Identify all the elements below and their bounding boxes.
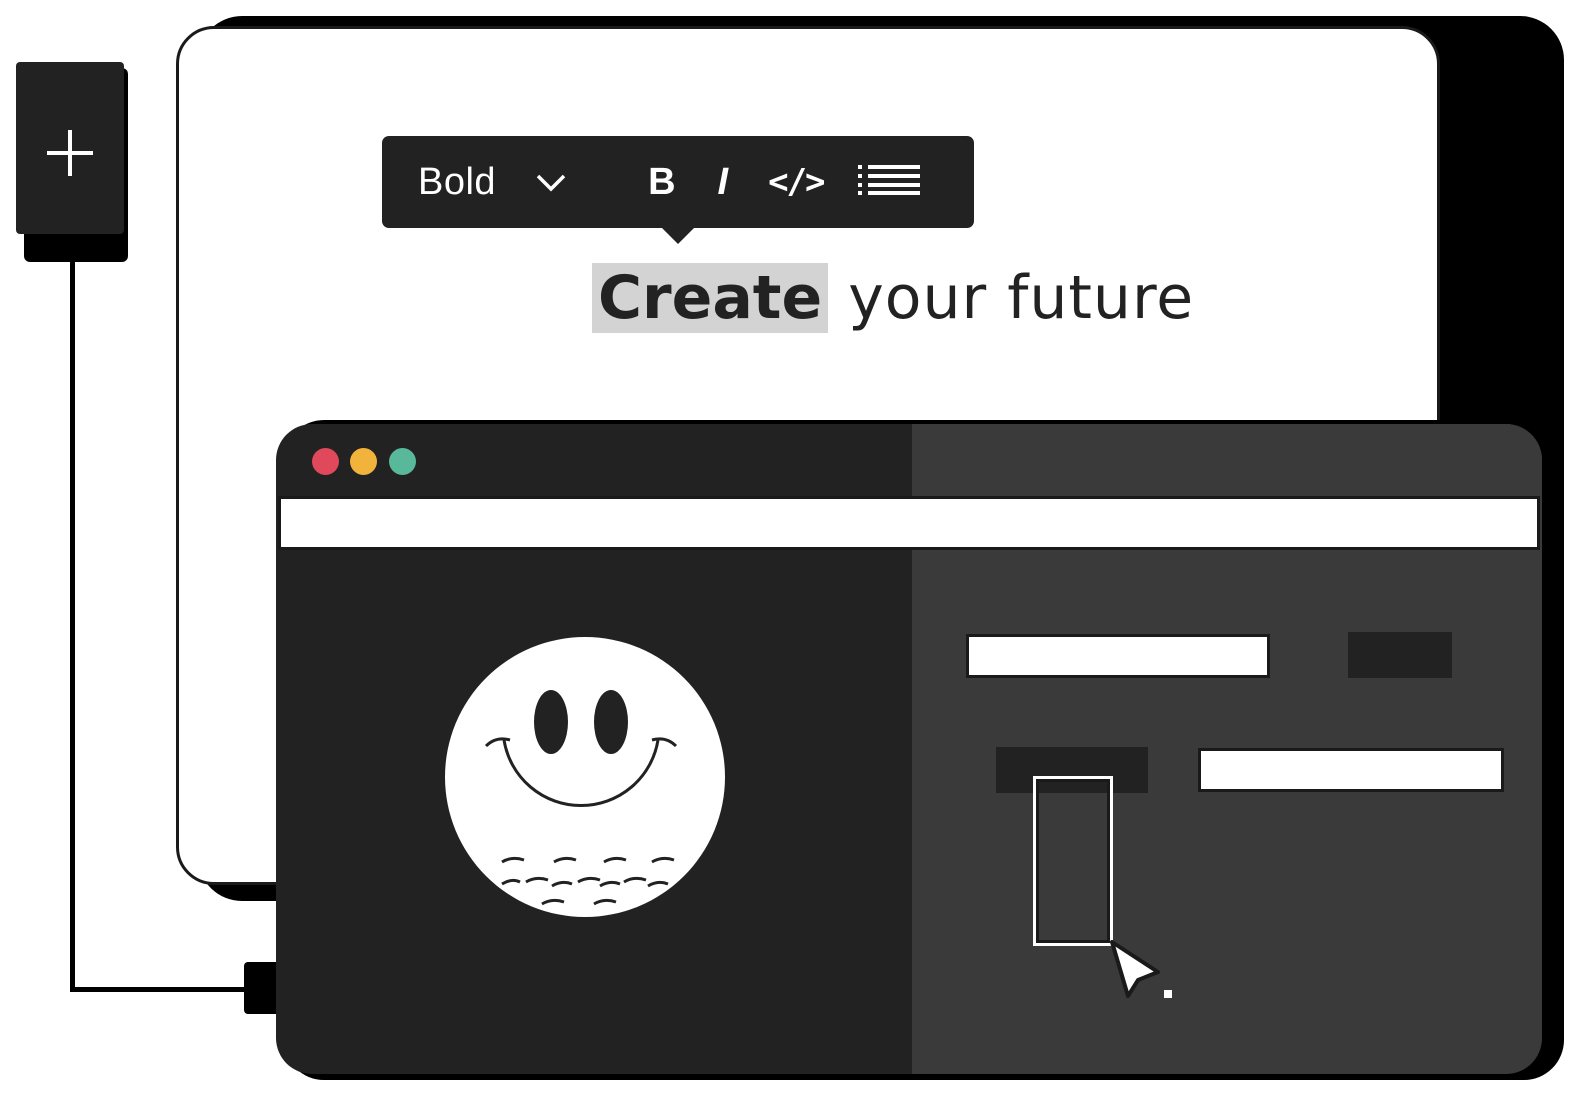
list-button[interactable] [857,164,920,200]
address-bar[interactable] [278,496,1540,550]
selected-word: Create [592,263,829,333]
selection-frame[interactable] [1033,776,1113,946]
window-minimize-button[interactable] [350,448,377,475]
window-close-button[interactable] [312,448,339,475]
italic-button[interactable]: I [718,161,729,204]
connector-line-vertical [70,250,75,992]
add-block-button[interactable] [16,62,124,234]
browser-titlebar-right [912,424,1542,496]
plus-icon [45,128,95,183]
arrow-cursor-icon [1106,940,1176,1010]
headline-rest: your future [828,263,1195,333]
illustration-stage: Bold B I </> Create your future [0,0,1595,1117]
form-field-bottom[interactable] [1198,748,1504,792]
list-icon [857,164,920,200]
text-style-select[interactable]: Bold [418,161,566,204]
form-field-top[interactable] [966,634,1270,678]
toolbar-pointer [660,226,696,244]
headline-text[interactable]: Create your future [592,262,1194,334]
smiley-face-icon [444,636,726,918]
chevron-down-icon [536,172,566,192]
text-style-label: Bold [418,160,497,203]
formatting-toolbar: Bold B I </> [382,136,974,244]
window-maximize-button[interactable] [389,448,416,475]
bold-button[interactable]: B [648,161,675,204]
browser-window [276,424,1542,1074]
code-button[interactable]: </> [768,162,825,202]
form-button-top[interactable] [1348,632,1452,678]
